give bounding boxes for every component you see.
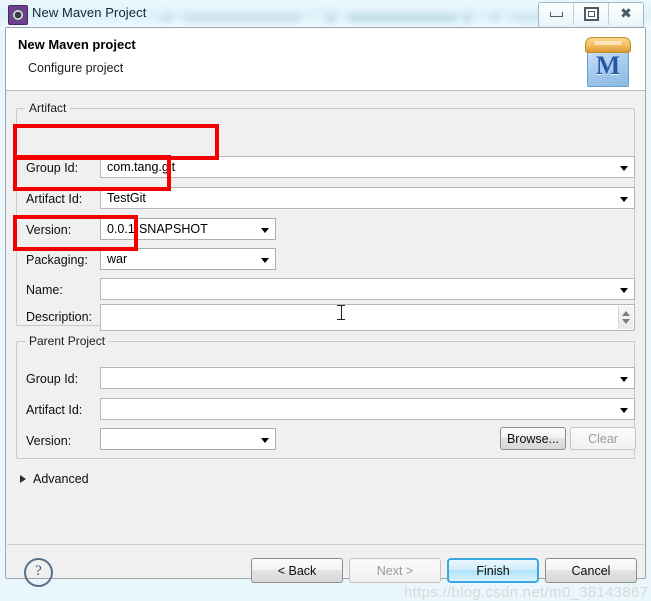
cancel-button[interactable]: Cancel (545, 558, 637, 583)
chevron-down-icon (620, 408, 628, 413)
parent-project-group-title: Parent Project (25, 334, 110, 348)
artifact-version-combo[interactable]: 0.0.1-SNAPSHOT (100, 218, 276, 240)
artifact-group-id-label: Group Id: (26, 161, 79, 175)
maximize-button[interactable] (574, 3, 609, 25)
chevron-down-icon (620, 288, 628, 293)
advanced-label: Advanced (33, 472, 89, 486)
chevron-down-icon (261, 258, 269, 263)
chevron-down-icon (261, 438, 269, 443)
maven-gear-icon (8, 5, 28, 25)
parent-artifact-id-label: Artifact Id: (26, 403, 83, 417)
browse-button[interactable]: Browse... (500, 427, 566, 450)
window-controls: ✖ (538, 2, 644, 28)
help-icon[interactable]: ? (24, 558, 53, 587)
advanced-section-toggle[interactable]: Advanced (20, 472, 89, 486)
artifact-version-value: 0.0.1-SNAPSHOT (107, 222, 208, 236)
parent-artifact-id-combo[interactable] (100, 398, 635, 420)
parent-group-id-label: Group Id: (26, 372, 79, 386)
chevron-right-icon (20, 475, 26, 483)
page-subtitle: Configure project (28, 61, 124, 75)
parent-group-id-combo[interactable] (100, 367, 635, 389)
scroll-up-icon (622, 311, 630, 316)
chevron-down-icon (620, 197, 628, 202)
artifact-name-label: Name: (26, 283, 63, 297)
minimize-button[interactable] (539, 3, 574, 25)
text-cursor-icon (337, 305, 345, 321)
next-button[interactable]: Next > (349, 558, 441, 583)
artifact-artifact-id-combo[interactable]: TestGit (100, 187, 635, 209)
title-bar[interactable]: New Maven Project ✖ (0, 0, 651, 29)
finish-button[interactable]: Finish (447, 558, 539, 583)
artifact-packaging-label: Packaging: (26, 253, 88, 267)
page-title: New Maven project (18, 37, 136, 52)
new-maven-project-window: New Maven Project ✖ New Maven project Co… (0, 0, 651, 601)
minimize-icon (549, 11, 563, 17)
maven-folder-icon: M (579, 33, 635, 87)
parent-version-label: Version: (26, 434, 72, 448)
artifact-description-label: Description: (26, 310, 92, 324)
artifact-group-title: Artifact (25, 101, 71, 115)
restore-icon (583, 7, 599, 21)
back-button[interactable]: < Back (251, 558, 343, 583)
clear-button[interactable]: Clear (570, 427, 636, 450)
chevron-down-icon (620, 377, 628, 382)
artifact-group-id-combo[interactable]: com.tang.git (100, 156, 635, 178)
artifact-version-label: Version: (26, 223, 72, 237)
artifact-name-combo[interactable] (100, 278, 635, 300)
chevron-down-icon (261, 228, 269, 233)
chevron-down-icon (620, 166, 628, 171)
artifact-packaging-value: war (107, 252, 128, 266)
description-scroll-spinner[interactable] (618, 306, 633, 329)
artifact-artifact-id-value: TestGit (107, 191, 146, 205)
dialog-header: New Maven project Configure project M (6, 28, 645, 91)
artifact-artifact-id-label: Artifact Id: (26, 192, 83, 206)
maven-icon-letter: M (595, 51, 621, 80)
close-button[interactable]: ✖ (609, 3, 643, 25)
dialog-body: New Maven project Configure project M Ar… (5, 27, 648, 601)
window-title: New Maven Project (32, 5, 147, 20)
footer-divider (7, 544, 644, 545)
artifact-group-id-value: com.tang.git (107, 160, 176, 174)
parent-version-combo[interactable] (100, 428, 276, 450)
scroll-down-icon (622, 319, 630, 324)
artifact-packaging-combo[interactable]: war (100, 248, 276, 270)
close-icon: ✖ (620, 6, 632, 22)
watermark-text: https://blog.csdn.net/m0_38143867 (404, 584, 649, 601)
artifact-description-textarea[interactable] (100, 304, 635, 331)
